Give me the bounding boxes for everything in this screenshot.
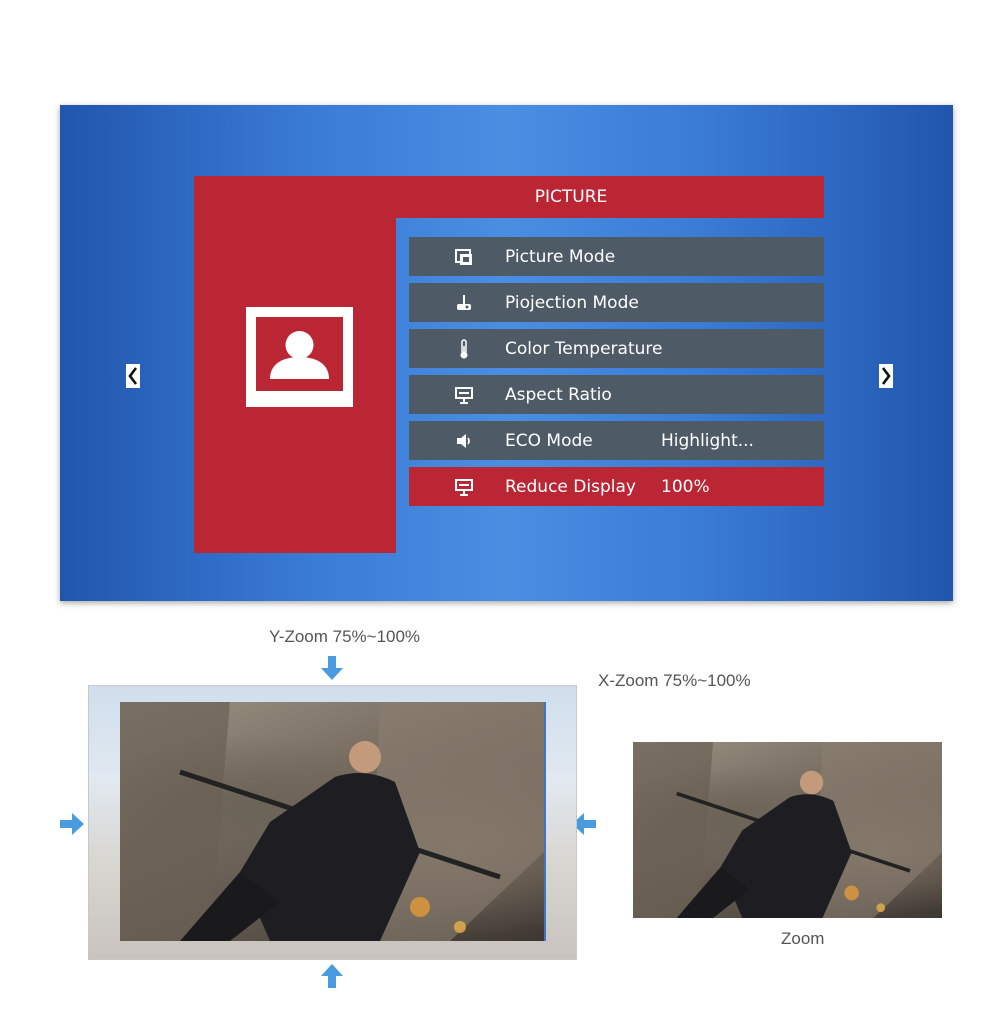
osd-screen: PICTURE Picture Mode Piojection Mode Col… bbox=[60, 105, 953, 601]
menu-title: PICTURE bbox=[534, 187, 608, 207]
chevron-right-icon[interactable] bbox=[879, 364, 893, 388]
menu-item-color-temperature[interactable]: Color Temperature bbox=[409, 329, 824, 368]
thermometer-icon bbox=[453, 338, 475, 360]
menu-item-value: 100% bbox=[661, 476, 710, 497]
menu-header: PICTURE bbox=[194, 176, 824, 218]
arrow-up-icon bbox=[318, 962, 346, 990]
menu-item-label: Reduce Display bbox=[505, 476, 636, 497]
arrow-down-icon bbox=[318, 654, 346, 682]
menu-item-value: Highlight... bbox=[661, 430, 754, 451]
zoomed-movie-image bbox=[120, 702, 546, 941]
menu-side-panel bbox=[194, 176, 396, 553]
menu-item-label: Piojection Mode bbox=[505, 292, 639, 313]
menu-item-aspect-ratio[interactable]: Aspect Ratio bbox=[409, 375, 824, 414]
y-zoom-caption: Y-Zoom 75%~100% bbox=[269, 627, 421, 646]
picture-mode-icon bbox=[453, 246, 475, 268]
projector-icon bbox=[453, 292, 475, 314]
chevron-left-icon[interactable] bbox=[126, 364, 140, 388]
monitor-icon bbox=[453, 476, 475, 498]
menu-item-eco-mode[interactable]: ECO Mode Highlight... bbox=[409, 421, 824, 460]
picture-category-icon bbox=[246, 307, 353, 407]
x-zoom-caption: X-Zoom 75%~100% bbox=[598, 671, 751, 690]
arrow-right-icon bbox=[58, 810, 86, 838]
menu-list: Picture Mode Piojection Mode Color Tempe… bbox=[409, 237, 824, 513]
menu-item-reduce-display[interactable]: Reduce Display 100% bbox=[409, 467, 824, 506]
menu-item-projection-mode[interactable]: Piojection Mode bbox=[409, 283, 824, 322]
menu-item-label: Color Temperature bbox=[505, 338, 663, 359]
zoom-caption: Zoom bbox=[781, 929, 825, 948]
menu-item-label: Aspect Ratio bbox=[505, 384, 612, 405]
menu-item-picture-mode[interactable]: Picture Mode bbox=[409, 237, 824, 276]
menu-item-label: Picture Mode bbox=[505, 246, 616, 267]
speaker-icon bbox=[453, 430, 475, 452]
monitor-icon bbox=[453, 384, 475, 406]
menu-item-label: ECO Mode bbox=[505, 430, 593, 451]
zoom-result-image bbox=[633, 742, 942, 918]
